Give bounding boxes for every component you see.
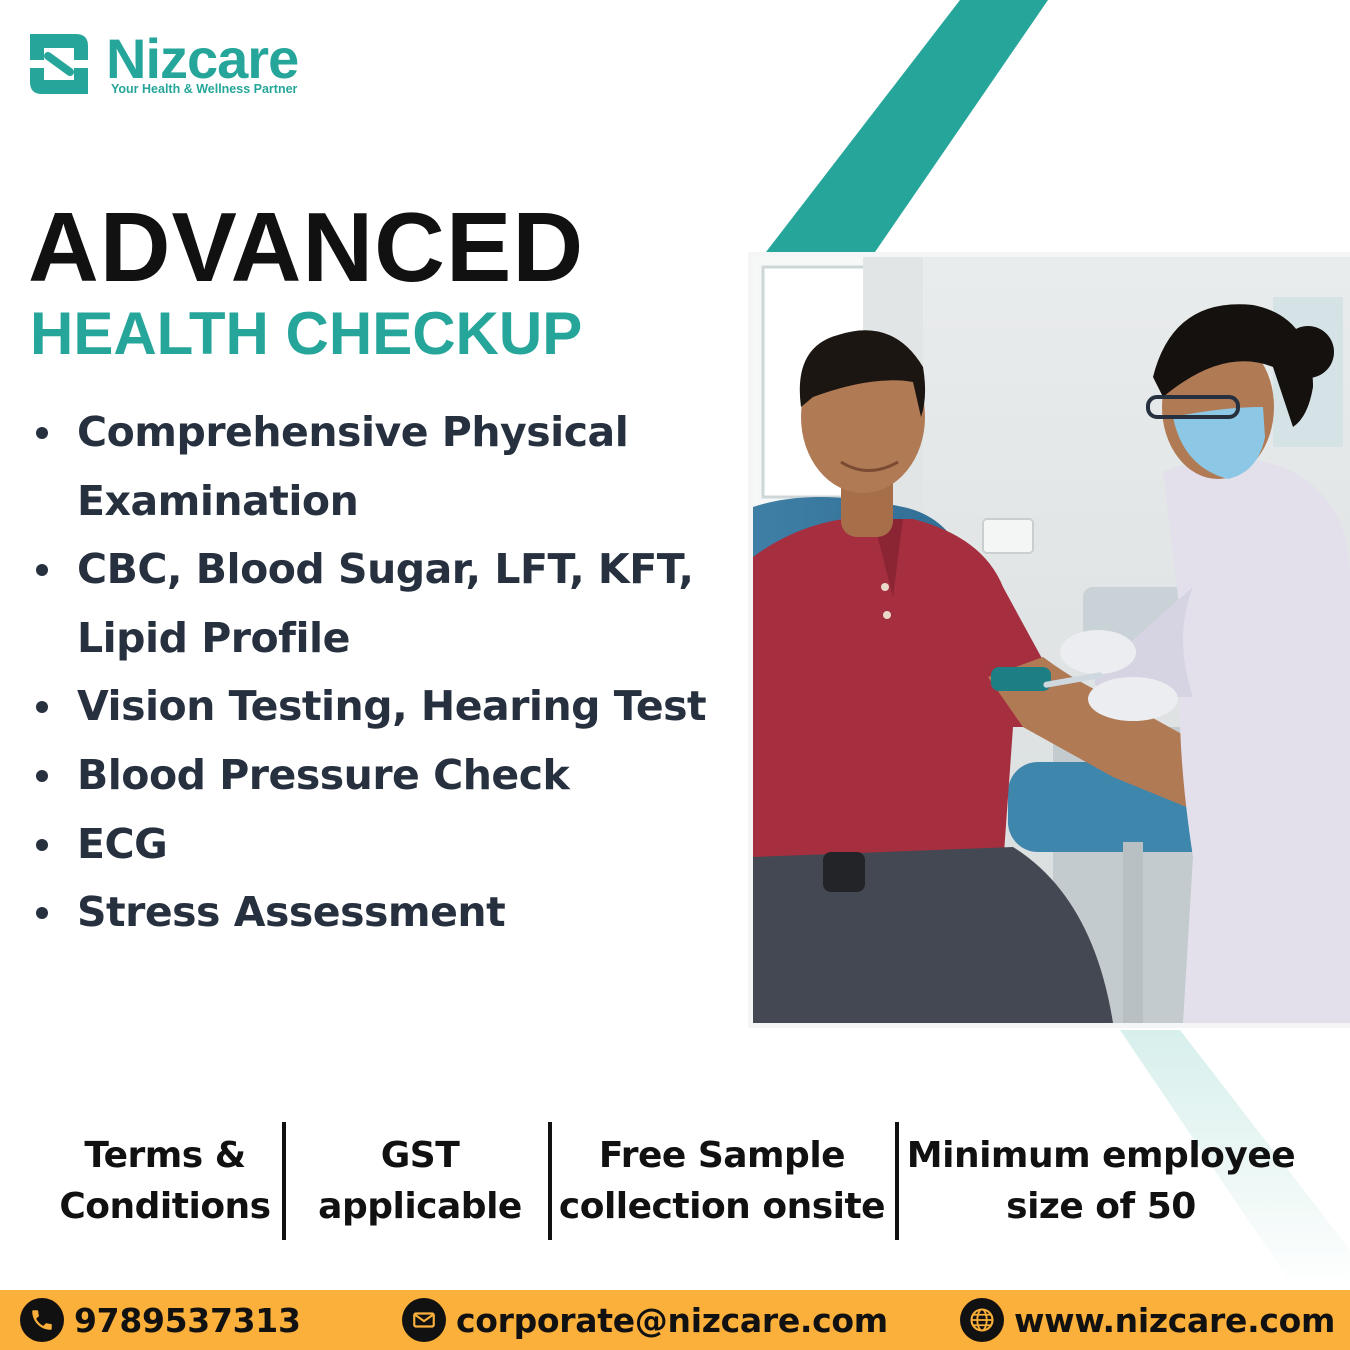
divider	[282, 1122, 286, 1240]
divider	[895, 1122, 899, 1240]
mail-icon	[402, 1298, 446, 1342]
feature-item: Comprehensive Physical Examination	[36, 398, 736, 535]
phone-contact[interactable]: 9789537313	[20, 1290, 301, 1350]
bullet-icon	[36, 564, 48, 577]
feature-item: CBC, Blood Sugar, LFT, KFT, Lipid Profil…	[36, 535, 736, 672]
photo-frame	[748, 252, 1350, 1028]
feature-item: Stress Assessment	[36, 878, 736, 947]
bullet-icon	[36, 701, 48, 714]
term-terms-conditions[interactable]: Terms & Conditions	[50, 1130, 280, 1232]
terms-row: Terms & Conditions GST applicable Free S…	[0, 1122, 1350, 1242]
bullet-icon	[36, 769, 48, 782]
term-line: size of 50	[1006, 1186, 1196, 1227]
blood-test-photo	[753, 257, 1350, 1023]
nizcare-logo-icon	[30, 34, 88, 94]
feature-text: Vision Testing, Hearing Test	[77, 682, 707, 731]
feature-list: Comprehensive Physical Examination CBC, …	[36, 398, 736, 947]
contact-bar: 9789537313 corporate@nizcare.com www.niz…	[0, 1290, 1350, 1350]
term-line: Free Sample	[598, 1135, 846, 1176]
term-minimum-employee: Minimum employee size of 50	[903, 1130, 1299, 1232]
term-line: Conditions	[59, 1186, 271, 1227]
brand-tagline: Your Health & Wellness Partner	[111, 82, 298, 96]
bullet-icon	[36, 427, 48, 439]
divider	[548, 1122, 552, 1240]
bullet-icon	[36, 907, 48, 920]
feature-text: Blood Pressure Check	[77, 750, 570, 799]
term-line: Terms &	[84, 1135, 246, 1176]
bullet-icon	[36, 838, 48, 851]
feature-text: CBC, Blood Sugar, LFT, KFT, Lipid Profil…	[77, 545, 694, 662]
globe-icon	[960, 1298, 1004, 1342]
term-gst: GST applicable	[300, 1130, 540, 1232]
feature-text: ECG	[77, 819, 168, 868]
term-line: applicable	[318, 1186, 522, 1227]
feature-item: Vision Testing, Hearing Test	[36, 672, 736, 741]
feature-text: Stress Assessment	[77, 888, 506, 937]
term-line: GST	[380, 1135, 460, 1176]
headline-subtitle: HEALTH CHECKUP	[30, 300, 583, 367]
term-line: collection onsite	[558, 1186, 886, 1227]
feature-item: ECG	[36, 810, 736, 879]
email-address: corporate@nizcare.com	[456, 1300, 888, 1340]
headline-title: ADVANCED	[28, 192, 585, 302]
term-line: Minimum employee	[906, 1135, 1296, 1176]
email-contact[interactable]: corporate@nizcare.com	[402, 1290, 888, 1350]
website-url: www.nizcare.com	[1014, 1300, 1336, 1340]
website-contact[interactable]: www.nizcare.com	[960, 1290, 1335, 1350]
term-free-sample: Free Sample collection onsite	[558, 1130, 886, 1232]
phone-icon	[20, 1298, 64, 1342]
phone-number: 9789537313	[74, 1300, 301, 1340]
feature-text: Comprehensive Physical Examination	[77, 408, 629, 525]
feature-item: Blood Pressure Check	[36, 741, 736, 810]
